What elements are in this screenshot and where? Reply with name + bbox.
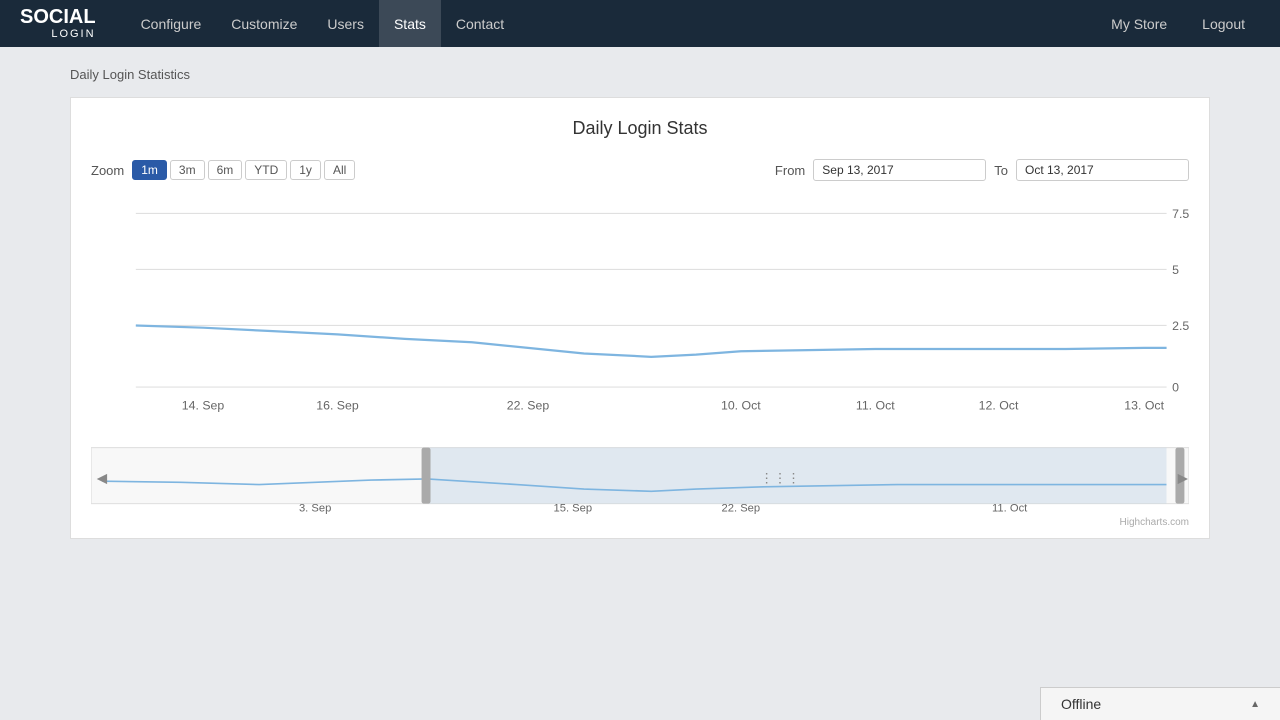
svg-text:22. Sep: 22. Sep [507, 398, 550, 412]
nav-links: Configure Customize Users Stats Contact [126, 0, 1097, 47]
svg-text:13. Oct: 13. Oct [1124, 398, 1164, 412]
nav-customize[interactable]: Customize [216, 0, 312, 47]
chart-controls: Zoom 1m 3m 6m YTD 1y All From To [91, 159, 1189, 181]
svg-text:▶: ▶ [1178, 471, 1188, 486]
svg-text:11. Oct: 11. Oct [992, 503, 1028, 515]
zoom-buttons: 1m 3m 6m YTD 1y All [132, 160, 355, 180]
nav-right: My Store Logout [1096, 0, 1260, 47]
nav-contact[interactable]: Contact [441, 0, 519, 47]
svg-text:⋮⋮⋮: ⋮⋮⋮ [760, 471, 800, 486]
to-label: To [994, 163, 1008, 178]
svg-text:12. Oct: 12. Oct [979, 398, 1019, 412]
brand-logo: SOCIAL LOGIN [20, 7, 96, 40]
zoom-ytd[interactable]: YTD [245, 160, 287, 180]
main-chart-svg: 7.5 5 2.5 0 14. Sep 16. Sep 22. Sep 10. … [91, 191, 1189, 437]
nav-logout[interactable]: Logout [1187, 0, 1260, 47]
zoom-1m[interactable]: 1m [132, 160, 167, 180]
page-container: Daily Login Statistics Daily Login Stats… [0, 47, 1280, 559]
offline-chevron[interactable]: ▲ [1250, 699, 1260, 710]
zoom-3m[interactable]: 3m [170, 160, 205, 180]
svg-text:15. Sep: 15. Sep [553, 503, 592, 515]
nav-configure[interactable]: Configure [126, 0, 217, 47]
offline-label: Offline [1061, 696, 1101, 712]
date-range: From To [775, 159, 1189, 181]
svg-text:11. Oct: 11. Oct [856, 398, 895, 412]
svg-text:10. Oct: 10. Oct [721, 398, 761, 412]
svg-text:2.5: 2.5 [1172, 319, 1189, 333]
svg-text:14. Sep: 14. Sep [182, 398, 225, 412]
from-date-input[interactable] [813, 159, 986, 181]
svg-text:◀: ◀ [97, 471, 107, 486]
svg-text:22. Sep: 22. Sep [722, 503, 761, 515]
navbar: SOCIAL LOGIN Configure Customize Users S… [0, 0, 1280, 47]
offline-badge: Offline ▲ [1040, 687, 1280, 720]
stats-card: Daily Login Stats Zoom 1m 3m 6m YTD 1y A… [70, 97, 1210, 539]
chart-title: Daily Login Stats [91, 118, 1189, 139]
svg-text:7.5: 7.5 [1172, 207, 1189, 221]
navigator-svg: 3. Sep 15. Sep 22. Sep 11. Oct ◀ ▶ ⋮⋮⋮ [91, 442, 1189, 515]
svg-text:5: 5 [1172, 263, 1179, 277]
nav-users[interactable]: Users [312, 0, 379, 47]
nav-my-store[interactable]: My Store [1096, 0, 1182, 47]
to-date-input[interactable] [1016, 159, 1189, 181]
nav-stats[interactable]: Stats [379, 0, 441, 47]
chart-wrapper: 7.5 5 2.5 0 14. Sep 16. Sep 22. Sep 10. … [91, 191, 1189, 528]
zoom-1y[interactable]: 1y [290, 160, 321, 180]
highcharts-credit: Highcharts.com [91, 517, 1189, 528]
brand-name: SOCIAL [20, 6, 96, 28]
breadcrumb: Daily Login Statistics [70, 67, 1210, 82]
zoom-6m[interactable]: 6m [208, 160, 243, 180]
svg-text:3. Sep: 3. Sep [299, 503, 331, 515]
svg-text:0: 0 [1172, 381, 1179, 395]
zoom-label: Zoom [91, 163, 124, 178]
svg-text:16. Sep: 16. Sep [316, 398, 359, 412]
brand-sub: LOGIN [20, 28, 96, 40]
from-label: From [775, 163, 805, 178]
zoom-all[interactable]: All [324, 160, 355, 180]
